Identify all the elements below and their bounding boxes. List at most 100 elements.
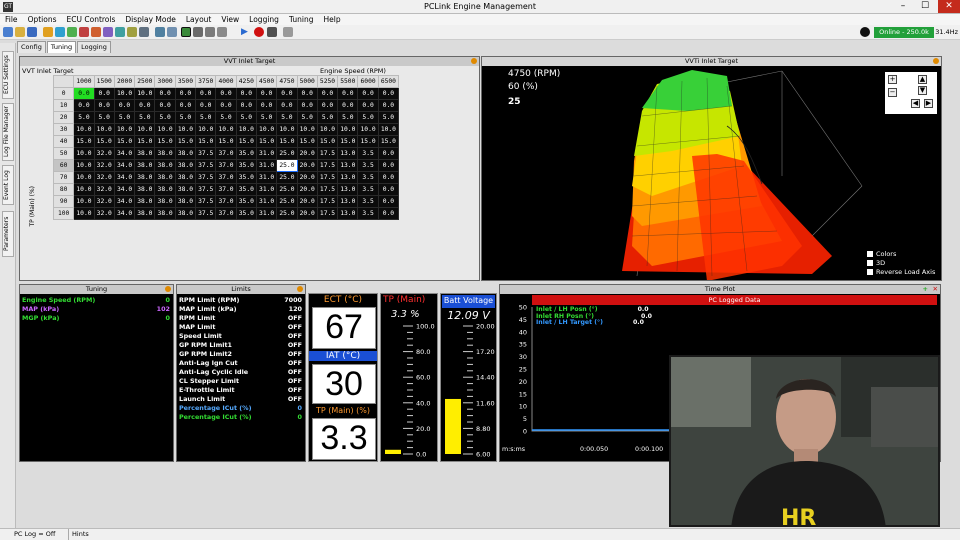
table-cell[interactable]: 35.0: [235, 183, 257, 196]
table-cell[interactable]: 15.0: [276, 135, 298, 148]
rotate-right-icon[interactable]: ▶: [924, 99, 933, 108]
table-cell[interactable]: 15.0: [73, 135, 95, 148]
table-cell[interactable]: 5.0: [93, 111, 115, 124]
table-cell[interactable]: 32.0: [93, 159, 115, 172]
table-cell[interactable]: 15.0: [154, 135, 176, 148]
menu-help[interactable]: Help: [319, 14, 346, 25]
table-cell[interactable]: 0.0: [337, 87, 359, 100]
table-cell[interactable]: 17.5: [316, 195, 339, 208]
table-cell[interactable]: 0.0: [377, 99, 400, 112]
table-cell[interactable]: 0.0: [296, 87, 318, 100]
zoom-in-icon[interactable]: +: [888, 75, 897, 84]
table-cell[interactable]: 31.0: [255, 207, 278, 220]
table-cell[interactable]: 32.0: [93, 171, 115, 184]
column-header[interactable]: 5500: [337, 75, 359, 88]
row-header[interactable]: 50: [52, 147, 75, 160]
table-cell[interactable]: 37.0: [215, 159, 237, 172]
table-cell[interactable]: 10.0: [174, 123, 197, 136]
table-cell[interactable]: 38.0: [174, 183, 197, 196]
table-cell[interactable]: 10.0: [255, 123, 278, 136]
table-cell[interactable]: 10.0: [113, 87, 136, 100]
table-cell[interactable]: 34.0: [113, 147, 136, 160]
table-cell[interactable]: 10.0: [276, 123, 298, 136]
table-cell[interactable]: 32.0: [93, 207, 115, 220]
table-cell[interactable]: 5.0: [195, 111, 217, 124]
table-cell[interactable]: 5.0: [73, 111, 95, 124]
table-cell[interactable]: 38.0: [154, 183, 176, 196]
menu-layout[interactable]: Layout: [181, 14, 217, 25]
column-header[interactable]: 6000: [357, 75, 379, 88]
table-cell[interactable]: 31.0: [255, 147, 278, 160]
column-header[interactable]: 5000: [296, 75, 318, 88]
list-item[interactable]: MAP Limit OFF: [179, 323, 302, 332]
row-header[interactable]: 100: [52, 207, 75, 220]
list-item[interactable]: MGP (kPa) 0: [22, 314, 170, 323]
table-cell[interactable]: 34.0: [113, 183, 136, 196]
connect-icon[interactable]: [43, 27, 53, 37]
column-header[interactable]: 2000: [113, 75, 136, 88]
table-cell[interactable]: 0.0: [337, 99, 359, 112]
table-cell[interactable]: 0.0: [255, 99, 278, 112]
table-cell[interactable]: 0.0: [195, 87, 217, 100]
table-cell[interactable]: 15.0: [296, 135, 318, 148]
table-cell[interactable]: 38.0: [134, 147, 156, 160]
table-cell[interactable]: 3.5: [357, 171, 379, 184]
close-button[interactable]: ✕: [938, 0, 960, 13]
table-cell[interactable]: 34.0: [113, 195, 136, 208]
side-tab-log-file-manager[interactable]: Log File Manager: [2, 103, 14, 161]
zoom-icon[interactable]: [283, 27, 293, 37]
table-cell[interactable]: 0.0: [377, 207, 400, 220]
table-cell[interactable]: 20.0: [296, 207, 318, 220]
table-cell[interactable]: 10.0: [73, 123, 95, 136]
table-cell[interactable]: 10.0: [73, 159, 95, 172]
table-cell[interactable]: 0.0: [357, 99, 379, 112]
table-cell[interactable]: 31.0: [255, 159, 278, 172]
reverse-load-axis-checkbox[interactable]: Reverse Load Axis: [867, 268, 935, 276]
tab-logging[interactable]: Logging: [77, 41, 111, 53]
table-cell[interactable]: 0.0: [215, 87, 237, 100]
play-icon[interactable]: ▶: [241, 27, 251, 37]
table-cell[interactable]: 37.0: [215, 147, 237, 160]
column-header[interactable]: 1000: [73, 75, 95, 88]
table-cell[interactable]: 0.0: [215, 99, 237, 112]
vvt-inlet-table[interactable]: 1000 1500 2000 2500 3000 3500 3750 4000 4250 4500…: [52, 75, 400, 220]
table-cell[interactable]: 10.0: [316, 123, 339, 136]
open-icon[interactable]: [15, 27, 25, 37]
table-cell[interactable]: 5.0: [377, 111, 400, 124]
row-header[interactable]: 20: [52, 111, 75, 124]
table-cell[interactable]: 15.0: [195, 135, 217, 148]
colors-checkbox[interactable]: Colors: [867, 250, 896, 258]
list-item[interactable]: MAP Limit (kPa) 120: [179, 305, 302, 314]
column-header[interactable]: 5250: [316, 75, 339, 88]
table-cell[interactable]: 17.5: [316, 147, 339, 160]
table-cell[interactable]: 0.0: [377, 195, 400, 208]
row-header[interactable]: 0: [52, 87, 75, 100]
table-cell[interactable]: 37.5: [195, 159, 217, 172]
table-cell[interactable]: 5.0: [357, 111, 379, 124]
list-item[interactable]: Engine Speed (RPM) 0: [22, 296, 170, 305]
minimize-button[interactable]: –: [892, 0, 914, 13]
mixed-view-icon[interactable]: [205, 27, 215, 37]
table-cell[interactable]: 15.0: [255, 135, 278, 148]
table-cell[interactable]: 15.0: [113, 135, 136, 148]
table-cell[interactable]: 10.0: [195, 123, 217, 136]
list-item[interactable]: RPM Limit OFF: [179, 314, 302, 323]
table-cell[interactable]: 0.0: [73, 87, 95, 100]
rotate-down-icon[interactable]: ▼: [918, 86, 927, 95]
list-item[interactable]: Percentage ICut (%) 0: [179, 404, 302, 413]
save-icon[interactable]: [27, 27, 37, 37]
menu-options[interactable]: Options: [23, 14, 62, 25]
column-header[interactable]: 3000: [154, 75, 176, 88]
table-cell[interactable]: 17.5: [316, 183, 339, 196]
table-cell[interactable]: 0.0: [235, 87, 257, 100]
table-cell[interactable]: 15.0: [377, 135, 400, 148]
table-cell[interactable]: 5.0: [296, 111, 318, 124]
table-cell[interactable]: 38.0: [134, 207, 156, 220]
table-cell[interactable]: 15.0: [174, 135, 197, 148]
table-cell[interactable]: 0.0: [174, 99, 197, 112]
graph-view-icon[interactable]: [193, 27, 203, 37]
table-cell[interactable]: 15.0: [316, 135, 339, 148]
table-cell[interactable]: 38.0: [134, 183, 156, 196]
table-cell[interactable]: 10.0: [113, 123, 136, 136]
table-cell[interactable]: 0.0: [316, 99, 339, 112]
